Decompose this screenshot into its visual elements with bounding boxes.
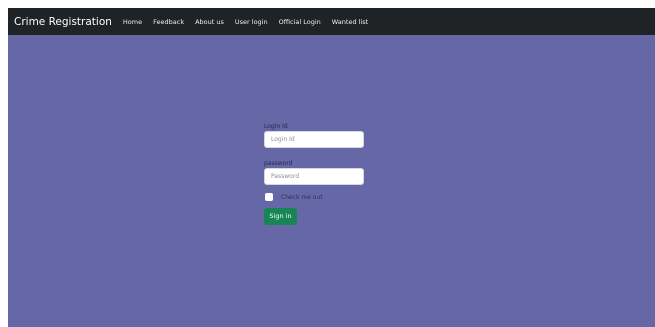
navbar: Crime Registration Home Feedback About u… (8, 8, 655, 35)
sign-in-button[interactable]: Sign in (264, 208, 297, 225)
login-form: Login Id password Check me out Sign in (264, 122, 374, 225)
nav-link-official-login[interactable]: Official Login (279, 18, 321, 26)
login-id-input[interactable] (264, 131, 364, 148)
login-id-label: Login Id (264, 123, 288, 130)
nav-link-home[interactable]: Home (123, 18, 142, 26)
navbar-brand[interactable]: Crime Registration (14, 16, 112, 28)
remember-label: Check me out (281, 193, 323, 201)
nav-link-wanted-list[interactable]: Wanted list (332, 18, 368, 26)
nav-link-user-login[interactable]: User login (235, 18, 268, 26)
remember-row: Check me out (264, 192, 374, 202)
password-input[interactable] (264, 168, 364, 185)
nav-link-about-us[interactable]: About us (195, 18, 224, 26)
nav-link-feedback[interactable]: Feedback (153, 18, 184, 26)
password-label: password (264, 160, 293, 167)
page-background: Crime Registration Home Feedback About u… (8, 8, 655, 327)
remember-checkbox[interactable] (265, 193, 273, 201)
